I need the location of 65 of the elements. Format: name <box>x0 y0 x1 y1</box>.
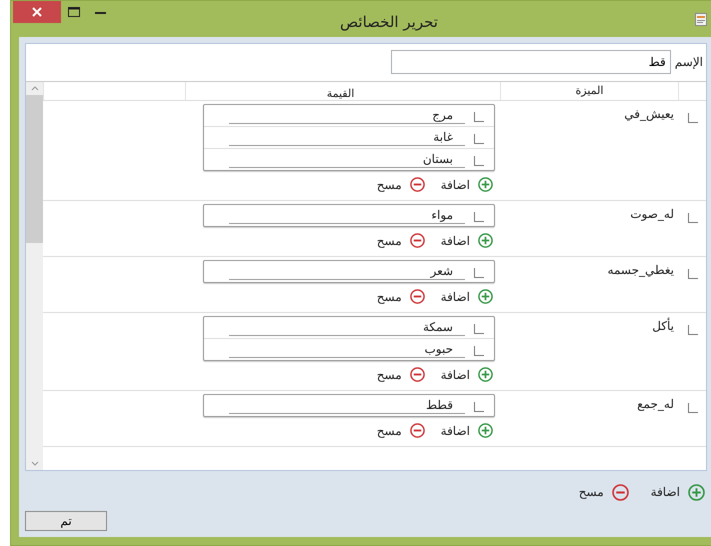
scroll-down-icon[interactable] <box>30 461 38 466</box>
plus-icon <box>478 423 493 438</box>
remove-button[interactable]: مسح <box>578 481 629 503</box>
row-checkbox[interactable] <box>688 269 698 279</box>
remove-button[interactable]: مسح <box>376 423 425 438</box>
feature-name: يأكل <box>652 316 675 333</box>
plus-icon <box>478 367 493 382</box>
row-checkbox[interactable] <box>688 113 698 123</box>
close-button[interactable] <box>13 1 61 23</box>
value-checkbox[interactable] <box>474 112 484 122</box>
name-field[interactable]: قط <box>390 50 671 74</box>
scroll-up-icon[interactable] <box>30 86 38 91</box>
feature-name: يعيش_في <box>624 106 675 121</box>
remove-button[interactable]: مسح <box>376 233 425 248</box>
value-checkbox[interactable] <box>474 324 484 334</box>
minimize-icon <box>94 10 106 14</box>
plus-icon <box>688 484 705 500</box>
value-checkbox[interactable] <box>474 212 484 222</box>
done-button[interactable]: تم <box>25 511 107 531</box>
row-checkbox[interactable] <box>688 213 698 223</box>
minus-icon <box>410 289 425 304</box>
row-checkbox[interactable] <box>688 403 698 413</box>
plus-icon <box>478 233 493 248</box>
value-checkbox[interactable] <box>474 346 484 356</box>
plus-icon <box>478 289 493 304</box>
column-header: الميزة <box>500 82 678 100</box>
name-label: الإسم <box>674 55 703 69</box>
maximize-icon <box>68 7 80 17</box>
add-button[interactable]: اضافة <box>440 233 493 248</box>
minus-icon <box>410 233 425 248</box>
feature-name: يغطي_جسمه <box>608 262 675 277</box>
value-checkbox[interactable] <box>474 156 484 166</box>
scroll-thumb[interactable] <box>26 95 43 243</box>
form-icon <box>695 13 707 26</box>
remove-button[interactable]: مسح <box>376 367 425 382</box>
feature-name: له_جمع <box>637 396 675 411</box>
value-field[interactable]: سمكة <box>229 320 465 336</box>
remove-button[interactable]: مسح <box>376 289 425 304</box>
minus-icon <box>410 177 425 192</box>
window-title: تحرير الخصائص <box>339 12 439 31</box>
value-field[interactable]: حبوب <box>229 342 465 358</box>
add-button[interactable]: اضافة <box>440 423 493 438</box>
add-button[interactable]: اضافة <box>440 177 493 192</box>
plus-icon <box>478 177 493 192</box>
close-icon <box>32 7 42 17</box>
add-button[interactable]: اضافة <box>440 289 493 304</box>
add-button[interactable]: اضافة <box>650 481 705 503</box>
add-button[interactable]: اضافة <box>440 367 493 382</box>
value-field[interactable]: قطط <box>229 398 465 414</box>
value-field[interactable]: بستان <box>229 152 465 168</box>
value-field[interactable]: مواء <box>229 208 465 224</box>
value-field[interactable]: غابة <box>229 130 465 146</box>
minus-icon <box>410 367 425 382</box>
remove-button[interactable]: مسح <box>376 177 425 192</box>
value-field[interactable]: مرج <box>229 108 465 124</box>
value-checkbox[interactable] <box>474 402 484 412</box>
column-header: القيمة <box>185 82 500 100</box>
minus-icon <box>612 484 629 500</box>
row-checkbox[interactable] <box>688 325 698 335</box>
feature-name: له_صوت <box>630 206 675 221</box>
scrollbar[interactable] <box>26 82 43 470</box>
value-checkbox[interactable] <box>474 134 484 144</box>
minus-icon <box>410 423 425 438</box>
value-checkbox[interactable] <box>474 268 484 278</box>
value-field[interactable]: شعر <box>229 264 465 280</box>
